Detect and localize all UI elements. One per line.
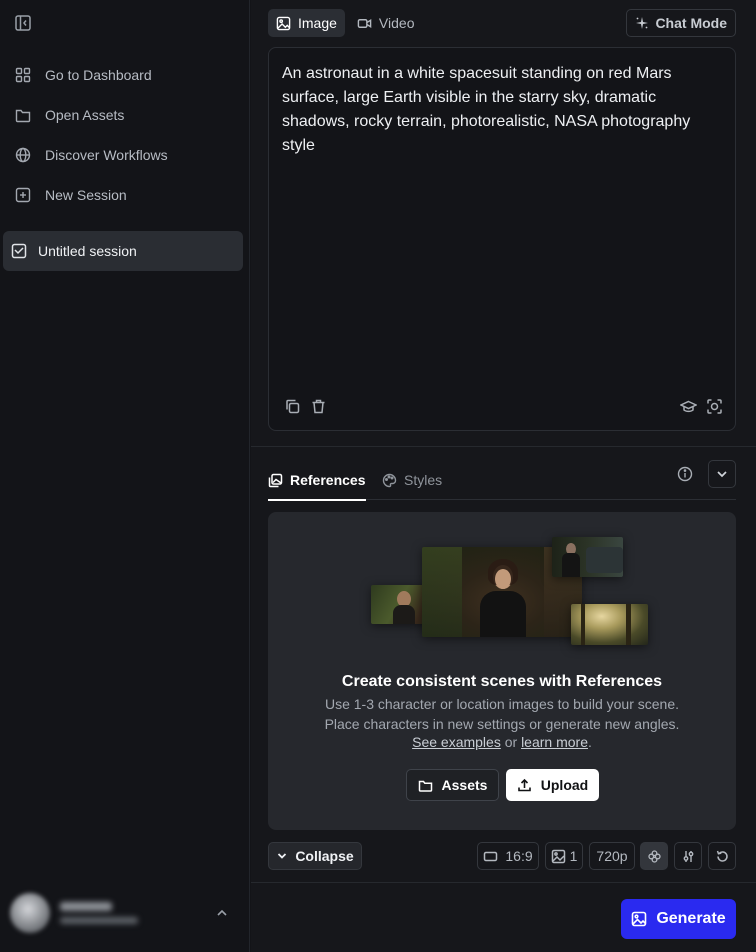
image-count-value: 1: [569, 848, 578, 864]
folder-icon: [418, 780, 432, 792]
images-icon: [268, 473, 283, 487]
references-panel: Create consistent scenes with References…: [268, 512, 736, 830]
generate-button[interactable]: Generate: [621, 899, 736, 939]
session-item-active[interactable]: Untitled session: [3, 231, 243, 271]
video-camera-icon: [357, 18, 372, 28]
model-options-button[interactable]: [640, 842, 668, 870]
sidebar-item-label: Open Assets: [45, 107, 125, 123]
reference-image-forest-light: [571, 604, 648, 645]
user-profile[interactable]: [0, 882, 250, 944]
sidebar-item-label: Discover Workflows: [45, 147, 168, 163]
tab-references[interactable]: References: [268, 460, 366, 501]
session-label: Untitled session: [38, 243, 137, 259]
scan-focus-icon[interactable]: [706, 398, 723, 415]
chevron-up-icon[interactable]: [215, 906, 229, 920]
image-icon: [551, 849, 565, 863]
copy-icon[interactable]: [284, 398, 301, 415]
aspect-ratio-icon: [484, 851, 498, 861]
image-icon: [276, 16, 291, 30]
flower-icon: [647, 849, 661, 863]
chat-mode-button[interactable]: Chat Mode: [626, 9, 736, 37]
tab-image[interactable]: Image: [268, 9, 345, 37]
generate-label: Generate: [656, 910, 726, 927]
chat-mode-label: Chat Mode: [655, 15, 727, 31]
reference-image-car: [552, 537, 623, 577]
prompt-text[interactable]: An astronaut in a white spacesuit standi…: [282, 62, 727, 158]
tab-video[interactable]: Video: [349, 9, 423, 37]
sliders-icon: [683, 850, 693, 862]
learn-more-link[interactable]: learn more: [521, 734, 588, 750]
sidebar-item-workflows[interactable]: Discover Workflows: [0, 135, 250, 175]
user-info-blurred: [60, 902, 138, 924]
sidebar-item-new-session[interactable]: New Session: [0, 175, 250, 215]
resolution-value: 720p: [596, 848, 628, 864]
chevron-down-icon: [717, 471, 727, 478]
link-terminator: .: [587, 734, 592, 750]
tab-label: References: [290, 472, 366, 488]
sidebar-collapse-icon[interactable]: [14, 14, 32, 32]
graduation-cap-icon[interactable]: [679, 398, 698, 415]
sidebar-item-assets[interactable]: Open Assets: [0, 95, 250, 135]
see-examples-link[interactable]: See examples: [412, 734, 501, 750]
upload-label: Upload: [540, 777, 589, 793]
references-links: See examples or learn more.: [268, 734, 736, 750]
image-count-selector[interactable]: 1: [545, 842, 583, 870]
grid-icon: [15, 67, 31, 83]
globe-icon: [15, 147, 31, 163]
session-chart-icon: [11, 243, 27, 259]
collapse-label: Collapse: [295, 848, 354, 864]
image-icon: [632, 911, 647, 927]
sidebar-nav: Go to Dashboard Open Assets Discover Wor…: [0, 55, 250, 215]
advanced-settings-button[interactable]: [674, 842, 702, 870]
expand-toggle-button[interactable]: [708, 460, 736, 488]
upload-button[interactable]: Upload: [506, 769, 599, 801]
tab-styles[interactable]: Styles: [382, 460, 442, 500]
references-title: Create consistent scenes with References: [341, 673, 663, 690]
plus-square-icon: [15, 187, 31, 203]
collapse-button[interactable]: Collapse: [268, 842, 362, 870]
assets-label: Assets: [441, 777, 488, 793]
references-description: Use 1-3 character or location images to …: [268, 694, 736, 734]
reset-button[interactable]: [708, 842, 736, 870]
chevron-down-icon: [278, 853, 287, 859]
tab-label: Video: [378, 15, 415, 31]
link-separator: or: [504, 734, 518, 750]
references-description-line: Use 1-3 character or location images to …: [324, 696, 680, 712]
folder-icon: [15, 109, 31, 123]
aspect-ratio-selector[interactable]: 16:9: [477, 842, 539, 870]
prompt-textarea[interactable]: An astronaut in a white spacesuit standi…: [268, 47, 736, 431]
section-divider: [251, 446, 756, 447]
generation-settings-bar: Collapse 16:9 1 720p: [268, 842, 736, 870]
tab-label: Image: [298, 15, 337, 31]
sidebar-item-dashboard[interactable]: Go to Dashboard: [0, 55, 250, 95]
mode-tabs: Image Video: [268, 9, 422, 37]
tab-label: Styles: [404, 472, 443, 488]
references-description-line: Place characters in new settings or gene…: [324, 716, 680, 732]
reference-collage: [268, 512, 736, 662]
sidebar-item-label: Go to Dashboard: [45, 67, 152, 83]
trash-icon[interactable]: [310, 398, 327, 415]
main-panel: Image Video Chat Mode An astronaut in a …: [251, 0, 756, 952]
resolution-selector[interactable]: 720p: [589, 842, 635, 870]
info-icon[interactable]: [676, 465, 694, 483]
sparkle-icon: [636, 17, 649, 29]
upload-icon: [517, 778, 531, 791]
rotate-ccw-icon: [716, 850, 728, 862]
reference-tabs: References Styles: [268, 460, 736, 501]
palette-icon: [382, 473, 397, 487]
assets-button[interactable]: Assets: [406, 769, 499, 801]
sidebar-item-label: New Session: [45, 187, 127, 203]
aspect-ratio-value: 16:9: [505, 848, 533, 864]
footer-divider: [251, 882, 756, 883]
sidebar: Go to Dashboard Open Assets Discover Wor…: [0, 0, 250, 952]
avatar: [10, 893, 50, 933]
